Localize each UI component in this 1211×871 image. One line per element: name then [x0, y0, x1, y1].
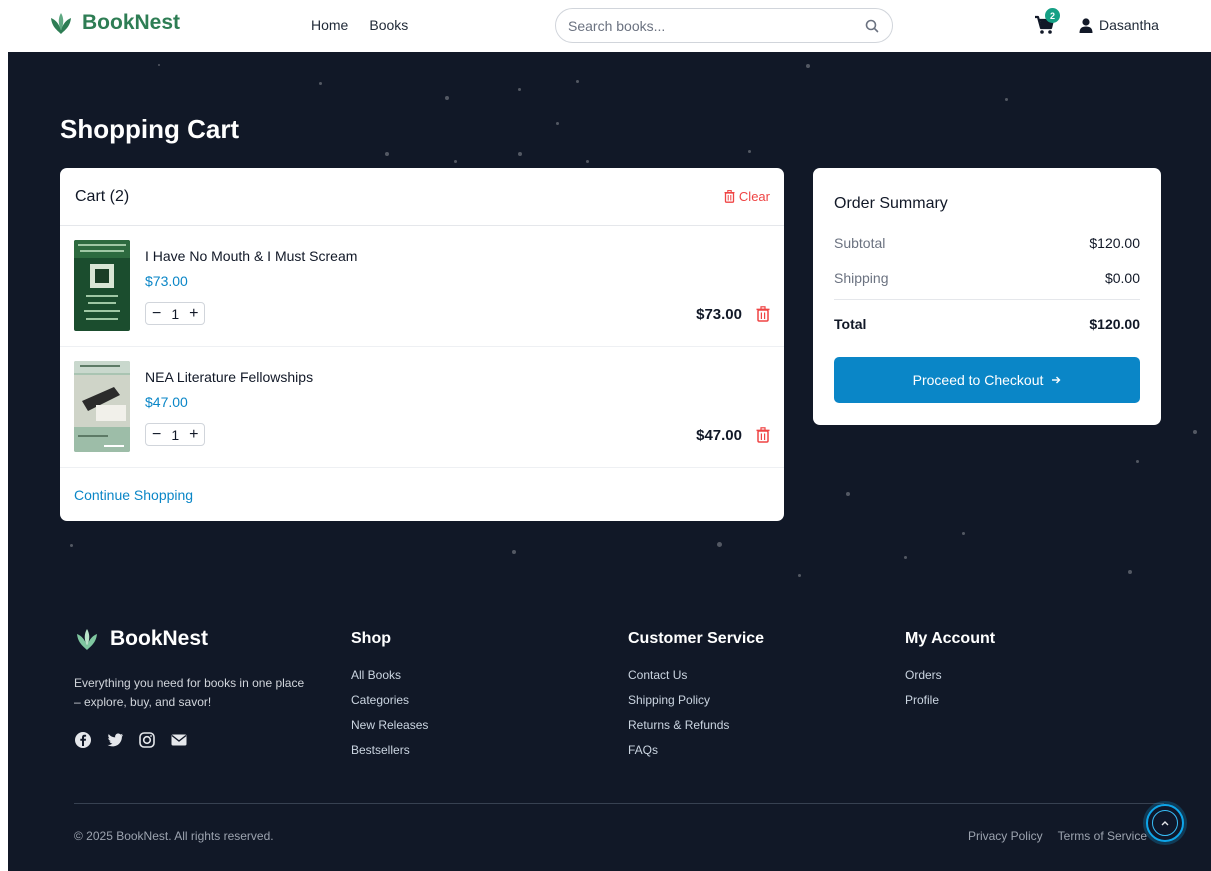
item-line-total: $47.00 [696, 427, 742, 444]
footer-link-contact-us[interactable]: Contact Us [628, 668, 764, 682]
decrease-quantity-button[interactable]: − [152, 426, 161, 443]
trash-icon [724, 190, 735, 203]
footer-link-new-releases[interactable]: New Releases [351, 718, 428, 732]
increase-quantity-button[interactable]: + [189, 426, 198, 443]
main-nav: Home Books [311, 17, 408, 33]
terms-of-service-link[interactable]: Terms of Service [1058, 829, 1147, 843]
item-price: $73.00 [145, 273, 188, 289]
logo-text: BookNest [82, 11, 181, 34]
shipping-value: $0.00 [1104, 270, 1140, 286]
cart-item: I Have No Mouth & I Must Scream $73.00 −… [60, 226, 784, 347]
facebook-icon[interactable] [74, 731, 92, 749]
subtotal-value: $120.00 [1089, 235, 1140, 251]
item-line-total: $73.00 [696, 306, 742, 323]
continue-shopping-link[interactable]: Continue Shopping [74, 487, 193, 503]
subtotal-row: Subtotal $120.00 [834, 235, 1140, 251]
search-input[interactable] [568, 17, 858, 34]
footer-column-title: Shop [351, 630, 391, 647]
scroll-to-top-button[interactable] [1146, 804, 1184, 842]
order-summary-panel: Order Summary Subtotal $120.00 Shipping … [813, 168, 1161, 425]
nav-home[interactable]: Home [311, 17, 348, 33]
footer-legal-links: Privacy Policy Terms of Service [968, 829, 1147, 843]
footer-logo-text: BookNest [110, 627, 209, 650]
page-title: Shopping Cart [60, 114, 240, 144]
leaf-logo-icon [51, 13, 71, 34]
site-logo[interactable]: BookNest [48, 10, 180, 36]
cart-panel: Cart (2) Clear I Have No Mouth & I Must … [60, 168, 784, 521]
envelope-icon[interactable] [170, 731, 188, 749]
instagram-icon[interactable] [138, 731, 156, 749]
remove-item-trash-icon[interactable] [756, 306, 770, 322]
book-cover-image[interactable] [74, 240, 130, 331]
cart-item: NEA Literature Fellowships $47.00 − 1 + … [60, 347, 784, 468]
shipping-row: Shipping $0.00 [834, 270, 1140, 286]
footer-link-returns[interactable]: Returns & Refunds [628, 718, 764, 732]
footer-divider [74, 803, 1164, 804]
subtotal-label: Subtotal [834, 235, 886, 251]
top-navbar: BookNest Home Books 2 Dasantha [0, 0, 1211, 52]
item-title[interactable]: I Have No Mouth & I Must Scream [145, 248, 357, 264]
clear-cart-button[interactable]: Clear [724, 189, 770, 204]
item-title[interactable]: NEA Literature Fellowships [145, 369, 313, 385]
footer-link-orders[interactable]: Orders [905, 668, 995, 682]
shipping-label: Shipping [834, 270, 889, 286]
footer-column-title: Customer Service [628, 630, 765, 647]
checkout-label: Proceed to Checkout [912, 372, 1044, 388]
book-cover-image[interactable] [74, 361, 130, 452]
increase-quantity-button[interactable]: + [189, 305, 198, 322]
privacy-policy-link[interactable]: Privacy Policy [968, 829, 1043, 843]
footer-link-profile[interactable]: Profile [905, 693, 995, 707]
username: Dasantha [1099, 17, 1159, 33]
remove-item-trash-icon[interactable] [756, 427, 770, 443]
footer-link-bestsellers[interactable]: Bestsellers [351, 743, 428, 757]
arrow-right-icon [1052, 376, 1061, 384]
footer-link-all-books[interactable]: All Books [351, 668, 428, 682]
search-bar [555, 8, 893, 43]
proceed-to-checkout-button[interactable]: Proceed to Checkout [834, 357, 1140, 403]
summary-divider [834, 299, 1140, 300]
user-icon [1079, 17, 1093, 33]
twitter-icon[interactable] [106, 731, 124, 749]
quantity-value: 1 [171, 426, 180, 443]
footer-link-faqs[interactable]: FAQs [628, 743, 764, 757]
search-icon[interactable] [864, 18, 880, 34]
footer-tagline: Everything you need for books in one pla… [74, 676, 305, 709]
footer-customer-service-column: Customer Service Contact Us Shipping Pol… [628, 630, 764, 768]
decrease-quantity-button[interactable]: − [152, 305, 161, 322]
footer-link-shipping-policy[interactable]: Shipping Policy [628, 693, 764, 707]
total-label: Total [834, 316, 867, 332]
footer-link-categories[interactable]: Categories [351, 693, 428, 707]
item-price: $47.00 [145, 394, 188, 410]
cart-title: Cart (2) [75, 188, 130, 205]
nav-books[interactable]: Books [369, 17, 408, 33]
clear-label: Clear [738, 189, 770, 204]
footer-my-account-column: My Account Orders Profile [905, 630, 995, 718]
chevron-up-icon [1161, 821, 1169, 826]
footer-shop-column: Shop All Books Categories New Releases B… [351, 630, 428, 768]
user-menu[interactable]: Dasantha [1079, 17, 1159, 33]
quantity-value: 1 [171, 305, 180, 322]
order-summary-title: Order Summary [834, 195, 948, 212]
social-links [74, 731, 188, 749]
total-value: $120.00 [1089, 316, 1140, 332]
quantity-stepper: − 1 + [145, 423, 206, 446]
quantity-stepper: − 1 + [145, 302, 206, 325]
cart-header: Cart (2) Clear [60, 168, 784, 226]
copyright-text: © 2025 BookNest. All rights reserved. [74, 829, 274, 843]
footer-logo[interactable]: BookNest [74, 626, 208, 652]
cart-count-badge: 2 [1045, 8, 1060, 23]
leaf-logo-icon [77, 629, 97, 650]
footer-column-title: My Account [905, 630, 996, 647]
total-row: Total $120.00 [834, 316, 1140, 332]
